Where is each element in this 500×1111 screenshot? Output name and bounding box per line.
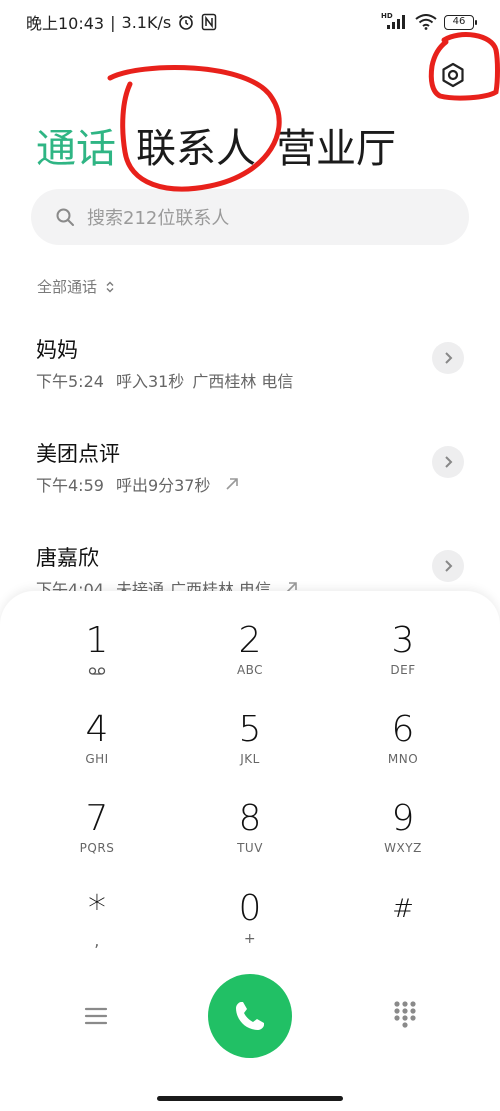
hd-label: HD — [381, 12, 393, 20]
call-detail-button[interactable] — [432, 446, 464, 478]
key-letters: WXYZ — [384, 841, 422, 855]
dial-key-5[interactable]: 5 JKL — [190, 708, 310, 788]
status-right: 46 — [386, 14, 477, 30]
dial-key-1[interactable]: 1 — [37, 619, 157, 699]
key-letters: + — [243, 931, 257, 947]
status-time: 晚上10:43 — [26, 14, 105, 33]
key-digit: 5 — [238, 709, 262, 750]
tab-calls[interactable]: 通话 — [36, 116, 116, 174]
dial-key-8[interactable]: 8 TUV — [190, 797, 310, 877]
tab-bar: 通话 联系人 营业厅 — [36, 116, 396, 174]
voicemail-icon — [88, 667, 106, 675]
search-input[interactable]: 搜索212位联系人 — [31, 189, 469, 245]
call-log-item[interactable]: 美团点评 下午4:59 呼出9分37秒 — [0, 438, 500, 524]
tab-contacts[interactable]: 联系人 — [136, 116, 256, 174]
key-digit: 3 — [391, 620, 415, 661]
keypad-icon — [394, 1001, 416, 1028]
caller-name: 妈妈 — [36, 338, 78, 362]
network-speed: 3.1K/s — [121, 12, 172, 32]
key-digit: 0 — [238, 888, 262, 929]
key-digit: 4 — [85, 709, 109, 750]
key-digit: * — [88, 888, 106, 929]
dial-key-9[interactable]: 9 WXYZ — [343, 797, 463, 877]
dial-key-4[interactable]: 4 GHI — [37, 708, 157, 788]
filter-label: 全部通话 — [37, 278, 98, 296]
call-meta: 下午4:59 呼出9分37秒 — [36, 472, 240, 496]
dial-key-3[interactable]: 3 DEF — [343, 619, 463, 699]
call-info: 呼出9分37秒 — [115, 476, 211, 495]
key-digit: 2 — [238, 620, 262, 661]
keypad-toggle-button[interactable] — [392, 1000, 418, 1030]
call-meta: 下午5:24 呼入31秒 广西桂林 电信 — [36, 368, 293, 392]
caller-name: 美团点评 — [36, 442, 120, 466]
key-letters: MNO — [387, 752, 419, 766]
call-detail-button[interactable] — [432, 342, 464, 374]
key-letters: GHI — [85, 752, 109, 766]
alarm-icon — [179, 14, 194, 30]
battery-indicator: 46 — [444, 14, 477, 30]
dial-key-star[interactable]: * , — [37, 887, 157, 967]
key-digit: 6 — [391, 709, 415, 750]
wifi-icon — [415, 14, 437, 30]
dial-key-hash[interactable]: # — [343, 887, 463, 967]
chevron-right-icon — [445, 560, 453, 572]
search-icon — [56, 208, 74, 226]
dial-key-0[interactable]: 0 + — [190, 887, 310, 967]
status-separator: | — [110, 12, 116, 32]
sort-arrows-icon — [106, 281, 114, 292]
key-digit: 8 — [238, 798, 262, 839]
status-bar: 晚上10:43 | 3.1K/s HD 46 — [0, 0, 500, 44]
key-letters: ABC — [236, 663, 264, 677]
menu-icon — [84, 1007, 108, 1025]
key-letters: TUV — [237, 841, 263, 855]
key-letters: PQRS — [79, 841, 115, 855]
settings-button[interactable] — [434, 56, 472, 94]
call-detail-button[interactable] — [432, 550, 464, 582]
call-location: 广西桂林 电信 — [192, 372, 294, 391]
key-digit: # — [392, 894, 414, 924]
key-letters: , — [94, 931, 100, 950]
call-time: 下午5:24 — [36, 372, 104, 391]
dial-key-7[interactable]: 7 PQRS — [37, 797, 157, 877]
key-digit: 7 — [85, 798, 109, 839]
call-info: 呼入31秒 — [115, 372, 185, 391]
key-letters: DEF — [390, 663, 416, 677]
call-time: 下午4:59 — [36, 476, 104, 495]
key-digit: 1 — [85, 620, 109, 661]
tab-business-hall[interactable]: 营业厅 — [276, 116, 396, 174]
outgoing-call-icon — [226, 478, 239, 490]
call-filter-dropdown[interactable]: 全部通话 — [37, 276, 115, 297]
phone-icon — [236, 1002, 264, 1030]
dial-key-6[interactable]: 6 MNO — [343, 708, 463, 788]
nfc-icon — [201, 13, 217, 31]
status-left: 晚上10:43 | 3.1K/s — [26, 10, 217, 34]
key-letters: JKL — [240, 752, 260, 766]
gear-icon — [442, 62, 464, 88]
search-placeholder: 搜索212位联系人 — [87, 208, 230, 229]
home-indicator[interactable] — [157, 1096, 343, 1101]
chevron-right-icon — [445, 352, 453, 364]
key-digit: 9 — [391, 798, 415, 839]
chevron-right-icon — [445, 456, 453, 468]
caller-name: 唐嘉欣 — [36, 546, 99, 570]
menu-button[interactable] — [82, 1002, 110, 1030]
call-button[interactable] — [208, 974, 292, 1058]
dial-key-2[interactable]: 2 ABC — [190, 619, 310, 699]
call-log-item[interactable]: 妈妈 下午5:24 呼入31秒 广西桂林 电信 — [0, 334, 500, 420]
